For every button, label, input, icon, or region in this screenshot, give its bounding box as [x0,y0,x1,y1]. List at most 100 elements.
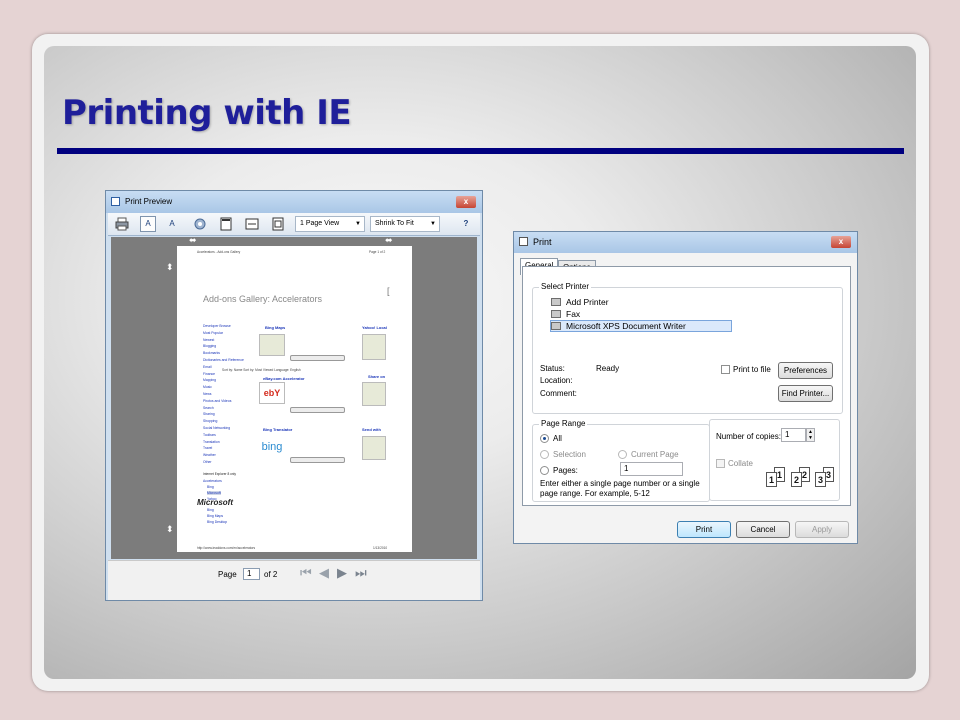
general-panel: Select Printer Add Printer Fax Microsoft… [522,266,851,506]
slide-title: Printing with IE [62,93,352,133]
previous-page-icon[interactable]: ◀ [319,565,329,581]
range-current-radio[interactable] [618,450,627,459]
range-selection-label: Selection [553,450,586,459]
first-page-icon[interactable]: ⏮ [300,565,312,581]
chevron-down-icon: ▼ [355,221,361,227]
sidebar-extra: Accelerators [203,479,222,483]
install-button [290,457,345,463]
portrait-icon[interactable]: A [140,216,156,232]
select-printer-label: Select Printer [539,282,592,291]
preferences-button[interactable]: Preferences [778,362,833,379]
range-hint-line1: Enter either a single page number or a s… [540,479,700,488]
sidebar-extra: Bing Desktop [207,520,228,524]
category-link: Shopping [203,419,218,424]
item-thumbnail [362,382,386,406]
category-link: Travel [203,446,213,451]
microsoft-logo: Microsoft [197,498,233,507]
category-link: Email [203,364,212,369]
cancel-button[interactable]: Cancel [736,521,790,538]
page-header-left: Accelerators - Add-ons Gallery [197,250,241,254]
install-button [290,355,345,361]
collate-label: Collate [728,459,753,468]
printer-fax[interactable]: Fax [566,309,580,319]
page-setup-icon[interactable] [192,216,208,232]
print-button[interactable]: Print [677,521,731,538]
range-selection-radio[interactable] [540,450,549,459]
category-link: Weather [203,453,216,458]
copies-spinner[interactable]: ▲ ▼ [806,428,815,442]
margin-handle-icon[interactable]: ⬌ [385,235,393,246]
copies-input[interactable]: 1 [781,428,806,442]
status-value: Ready [596,364,620,373]
collate-checkbox[interactable] [716,459,725,468]
category-link: Sharing [203,412,215,417]
close-button[interactable]: x [831,236,851,248]
range-hint-line2: page range. For example, 5-12 [540,489,650,498]
print-to-file-checkbox[interactable] [721,365,730,374]
shrink-dropdown[interactable]: Shrink To Fit ▼ [370,216,440,232]
category-link: Search [203,405,214,410]
margin-handle-icon[interactable]: ⬍ [166,262,174,273]
margin-handle-icon[interactable]: ⬌ [189,235,197,246]
printer-add[interactable]: Add Printer [566,297,609,307]
page-footer-left: http://www.ieaddons.com/en/accelerators [197,546,256,550]
print-preview-titlebar[interactable]: Print Preview x [106,191,482,213]
sidebar-extra: Bing [207,485,214,489]
page-edge-mark: [ [387,286,390,296]
print-preview-title: Print Preview [125,197,173,206]
range-current-label: Current Page [631,450,679,459]
pages-input[interactable]: 1 [620,462,683,476]
range-all-label: All [553,434,562,443]
header-footer-icon[interactable] [218,216,234,232]
item-title: Bing Maps [265,325,286,330]
comment-label: Comment: [540,389,577,398]
next-page-icon[interactable]: ▶ [337,565,347,581]
xps-printer-icon [551,322,561,330]
printer-xps[interactable]: Microsoft XPS Document Writer [566,321,686,331]
category-link: Social Networking [203,426,231,430]
range-all-radio[interactable] [540,434,549,443]
margin-handle-icon[interactable]: ⬍ [166,524,174,535]
print-preview-toolbar: A A 1 Page View ▼ Shrink To Fit ▼ ? [108,213,480,236]
print-dialog: Print x General Options Select Printer A… [513,231,858,544]
collate-page-icon: 3 [815,472,826,487]
category-link: Mapping [203,378,217,383]
print-icon[interactable] [114,216,130,232]
item-title: Bing Translator [263,427,293,432]
category-link: Blogging [203,344,217,349]
apply-button[interactable]: Apply [795,521,849,538]
add-printer-icon [551,298,561,306]
print-dialog-title: Print [533,237,552,247]
page-number-input[interactable]: 1 [243,568,260,580]
print-dialog-titlebar[interactable]: Print x [514,232,857,253]
item-title: Share on [368,374,386,379]
bing-logo: bing [259,436,285,458]
sidebar-extra: Microsoft [207,491,221,495]
full-page-icon[interactable] [270,216,286,232]
page-count-label: of 2 [264,570,278,579]
range-pages-label: Pages: [553,466,578,475]
page-footer-right: 1/13/2010 [373,546,388,550]
page-view-dropdown[interactable]: 1 Page View ▼ [295,216,365,232]
item-title: Send with [362,427,381,432]
item-title: Yahoo! Local [362,325,387,330]
category-link: Dictionaries and Reference [203,358,244,362]
sidebar-extra: Bing [207,508,214,512]
item-thumbnail [362,436,386,460]
help-icon[interactable]: ? [458,216,474,232]
page-heading: Add-ons Gallery: Accelerators [203,294,323,304]
title-underline [57,148,904,154]
collate-page-icon: 1 [766,472,777,487]
full-width-icon[interactable] [244,216,260,232]
landscape-icon[interactable]: A [164,216,180,232]
close-button[interactable]: x [456,196,476,208]
last-page-icon[interactable]: ⏭ [355,565,367,581]
page-view-value: 1 Page View [300,220,340,227]
find-printer-button[interactable]: Find Printer... [778,385,833,402]
item-title: eBay.com Accelerator [263,376,305,381]
category-link: Translation [203,439,220,444]
category-link: Newest [203,337,215,342]
category-link: Most Popular [203,330,223,335]
range-pages-radio[interactable] [540,466,549,475]
category-link: Bookmarks [203,351,220,356]
